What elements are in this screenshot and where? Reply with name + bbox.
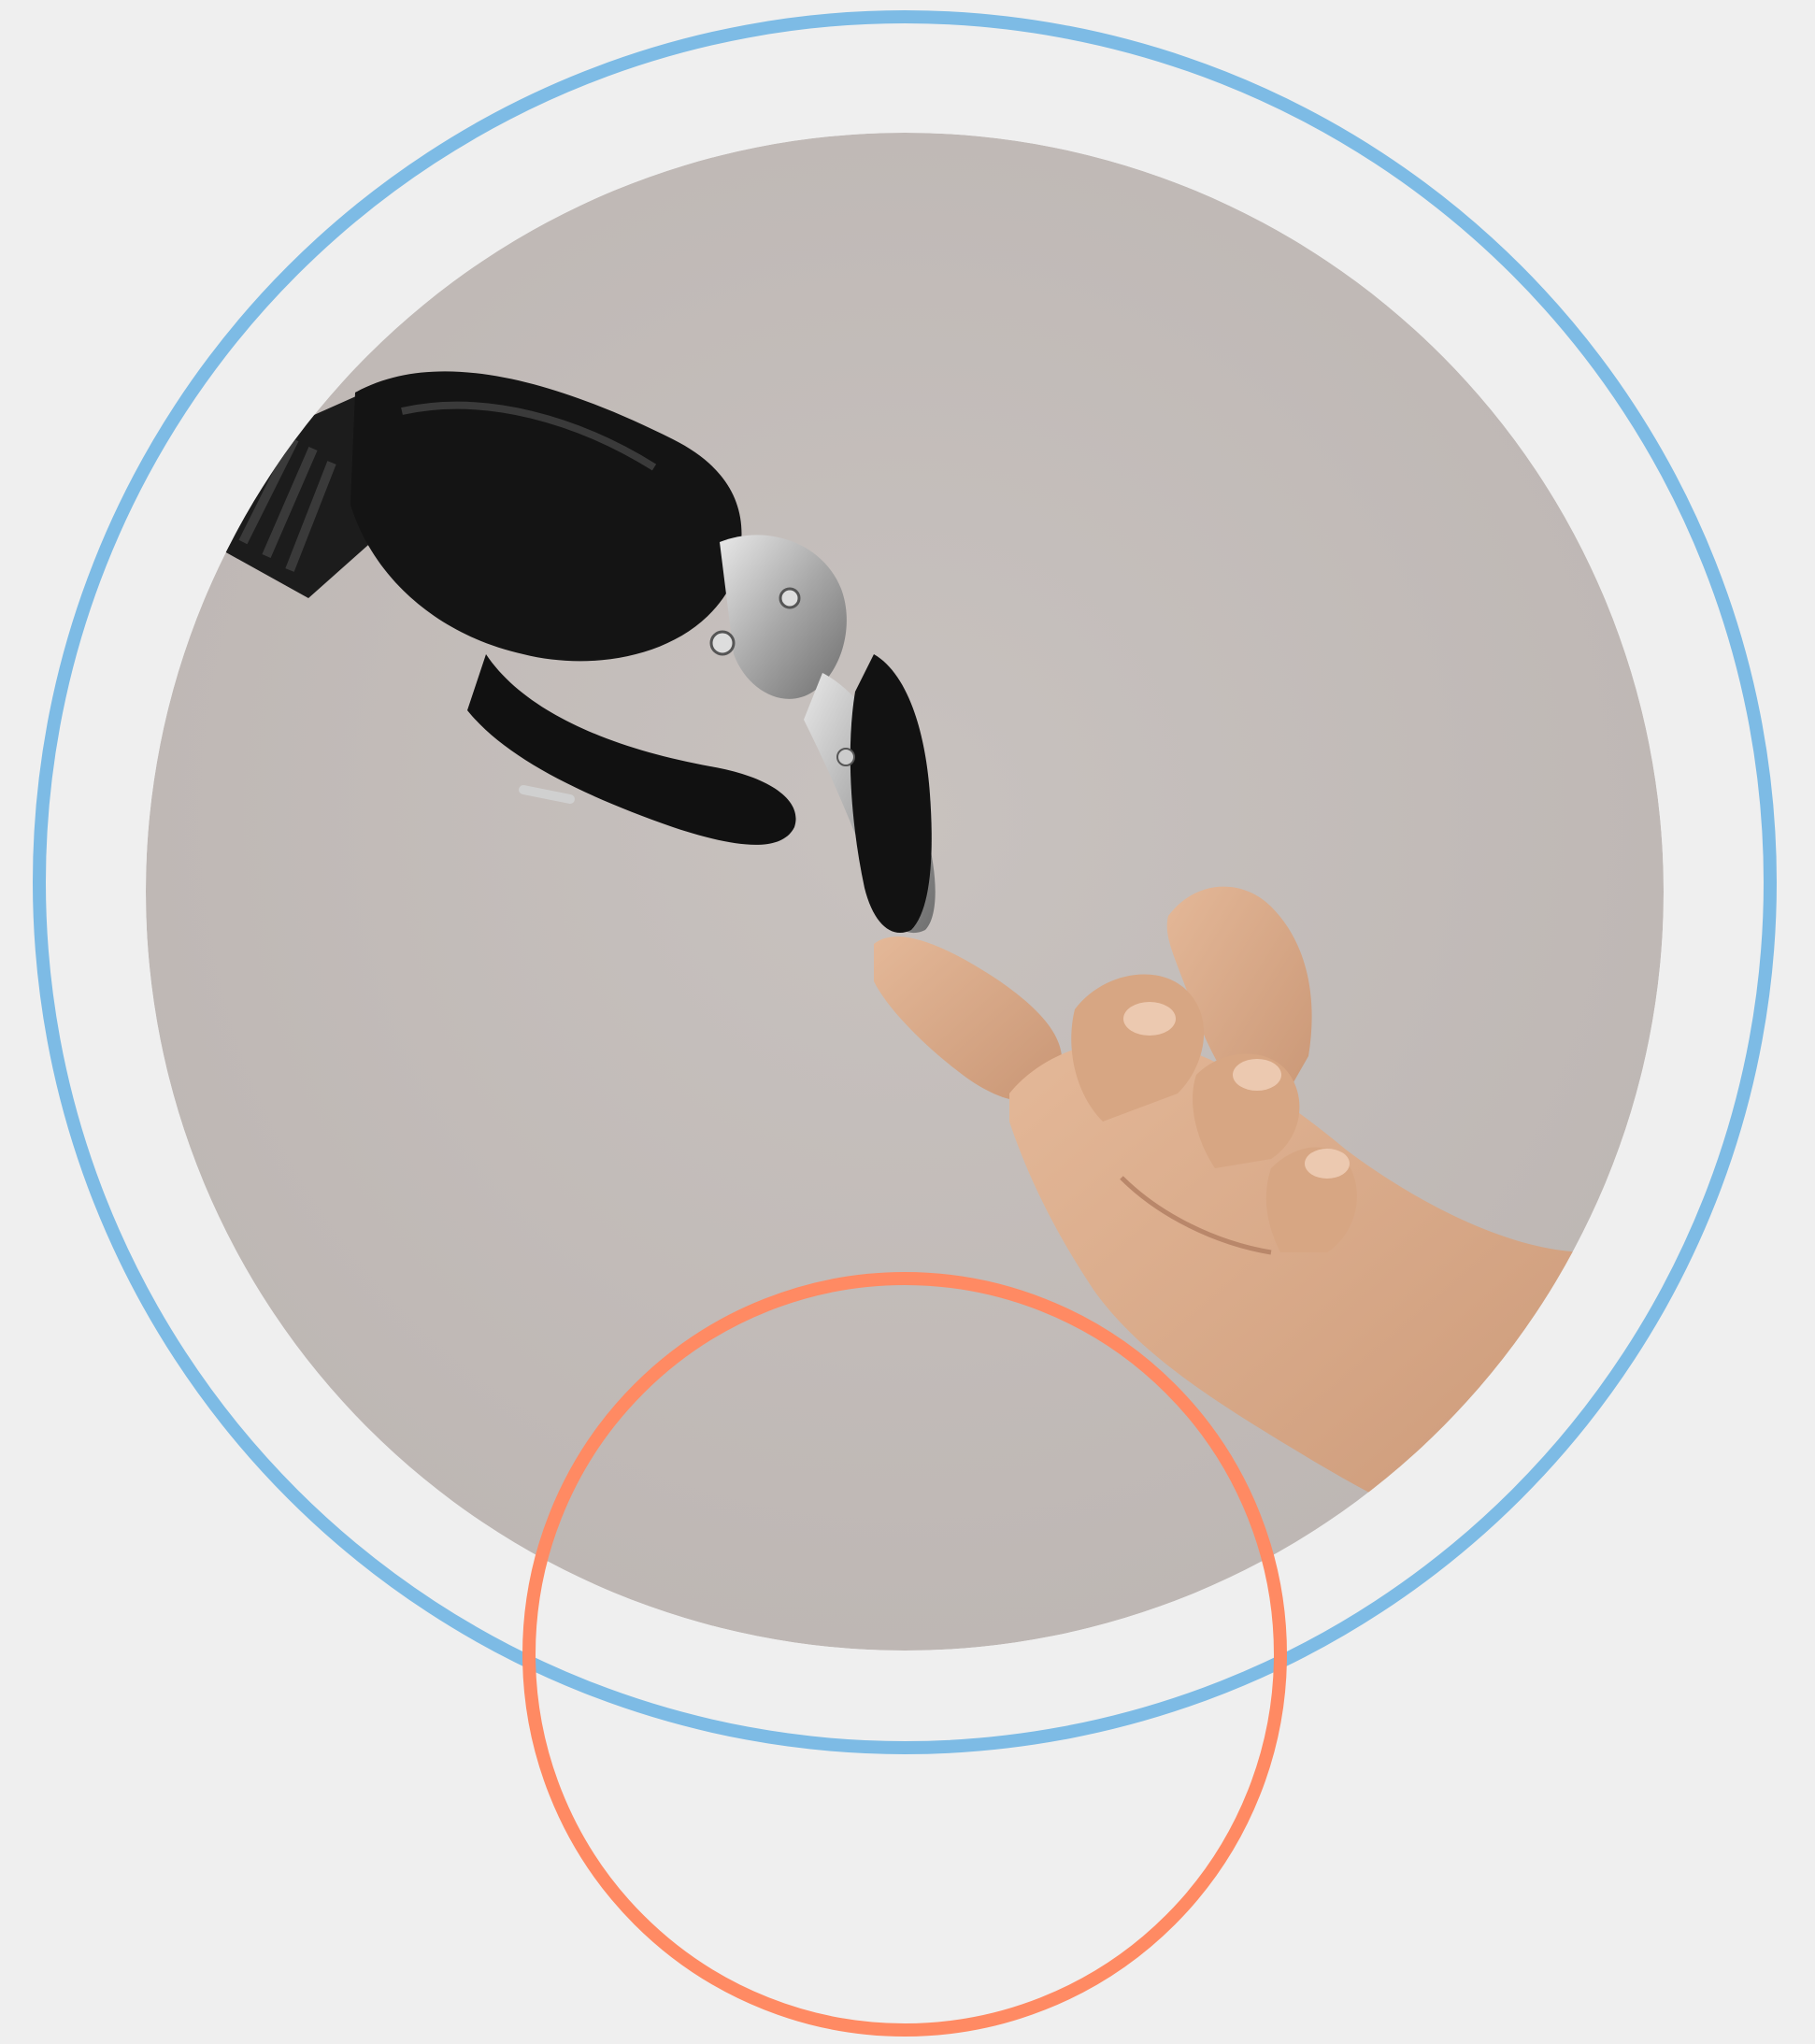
- photo: [146, 133, 1664, 1651]
- illustration: [0, 0, 1815, 2044]
- illustration-svg: [33, 10, 1777, 2037]
